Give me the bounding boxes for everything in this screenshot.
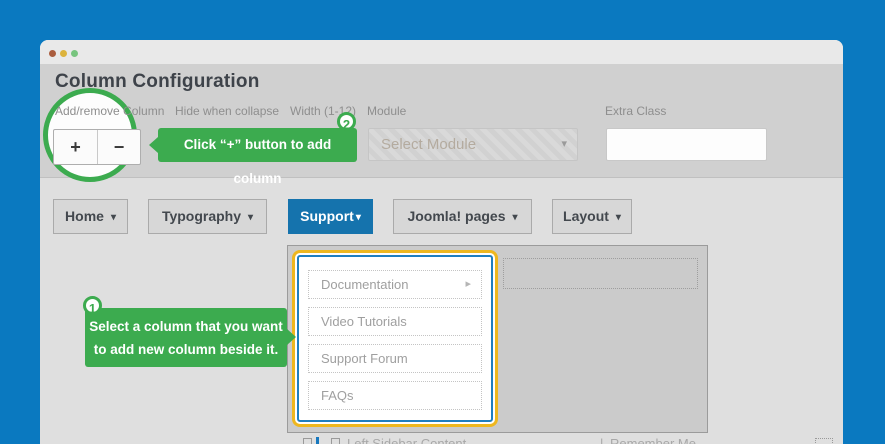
layout-column-icon bbox=[316, 437, 319, 444]
support-dropdown-menu: Documentation ▸ Video Tutorials Support … bbox=[292, 250, 498, 427]
module-label: Module bbox=[367, 104, 406, 118]
module-select-placeholder: Select Module bbox=[381, 136, 476, 153]
dropdown-item-faqs-label: FAQs bbox=[321, 388, 354, 403]
menu-item-typography-label: Typography bbox=[162, 208, 241, 224]
maximize-window-icon[interactable] bbox=[71, 50, 78, 57]
remove-column-button[interactable]: − bbox=[97, 130, 140, 164]
extra-class-input[interactable] bbox=[606, 128, 767, 161]
add-column-button[interactable]: + bbox=[54, 130, 97, 164]
clipped-layout-row: Left Sidebar Content | Remember Me bbox=[40, 436, 843, 444]
tooltip-arrow-right bbox=[287, 329, 296, 345]
clipped-left-text: Left Sidebar Content bbox=[347, 436, 466, 444]
hide-when-collapse-label: Hide when collapse bbox=[175, 104, 279, 118]
window-titlebar bbox=[40, 40, 843, 64]
dropdown-item-faqs[interactable]: FAQs bbox=[308, 381, 482, 410]
chevron-down-icon: ▾ bbox=[248, 212, 253, 223]
clipped-divider: | bbox=[600, 436, 603, 444]
layout-icon bbox=[303, 438, 312, 444]
configuration-window: Column Configuration Add/remove Column H… bbox=[40, 40, 843, 444]
tooltip-arrow-left bbox=[149, 137, 158, 153]
add-remove-column-label: Add/remove Column bbox=[55, 104, 164, 118]
step1-tooltip-line1: Select a column that you want bbox=[85, 315, 287, 338]
layout-slot-icon bbox=[815, 438, 833, 444]
minimize-window-icon[interactable] bbox=[60, 50, 67, 57]
step1-tooltip: Select a column that you want to add new… bbox=[85, 308, 287, 367]
page-background: Column Configuration Add/remove Column H… bbox=[0, 0, 885, 444]
dropdown-item-support-forum[interactable]: Support Forum bbox=[308, 344, 482, 373]
chevron-down-icon: ▾ bbox=[561, 129, 567, 160]
module-position-slot bbox=[503, 258, 698, 289]
menu-item-support-label: Support bbox=[300, 208, 354, 224]
menu-item-joomla-pages[interactable]: Joomla! pages ▾ bbox=[393, 199, 532, 234]
menu-item-typography[interactable]: Typography ▾ bbox=[148, 199, 267, 234]
chevron-down-icon: ▾ bbox=[356, 212, 361, 223]
dropdown-item-video-tutorials[interactable]: Video Tutorials bbox=[308, 307, 482, 336]
extra-class-label: Extra Class bbox=[605, 104, 666, 118]
page-title: Column Configuration bbox=[55, 71, 260, 93]
support-dropdown-inner: Documentation ▸ Video Tutorials Support … bbox=[297, 255, 493, 422]
submenu-arrow-icon: ▸ bbox=[465, 271, 471, 298]
step1-badge: 1 bbox=[83, 296, 102, 315]
add-remove-column-group: + − bbox=[53, 129, 141, 165]
step2-tooltip: Click “+” button to add column bbox=[158, 128, 357, 162]
chevron-down-icon: ▾ bbox=[111, 212, 116, 223]
step1-tooltip-line2: to add new column beside it. bbox=[85, 338, 287, 361]
chevron-down-icon: ▾ bbox=[616, 212, 621, 223]
chevron-down-icon: ▾ bbox=[513, 212, 518, 223]
dropdown-item-documentation-label: Documentation bbox=[321, 277, 408, 292]
layout-icon bbox=[331, 438, 340, 444]
step2-badge: 2 bbox=[337, 112, 356, 131]
menu-item-home-label: Home bbox=[65, 208, 104, 224]
dropdown-item-video-tutorials-label: Video Tutorials bbox=[321, 314, 407, 329]
menu-item-home[interactable]: Home ▾ bbox=[53, 199, 128, 234]
module-select[interactable]: Select Module ▾ bbox=[368, 128, 578, 161]
clipped-right-text: Remember Me bbox=[610, 436, 696, 444]
menu-item-layout-label: Layout bbox=[563, 208, 609, 224]
menu-item-layout[interactable]: Layout ▾ bbox=[552, 199, 632, 234]
dropdown-item-support-forum-label: Support Forum bbox=[321, 351, 408, 366]
menu-item-joomla-pages-label: Joomla! pages bbox=[407, 208, 505, 224]
menu-item-support[interactable]: Support▾ bbox=[288, 199, 373, 234]
dropdown-item-documentation[interactable]: Documentation ▸ bbox=[308, 270, 482, 299]
close-window-icon[interactable] bbox=[49, 50, 56, 57]
